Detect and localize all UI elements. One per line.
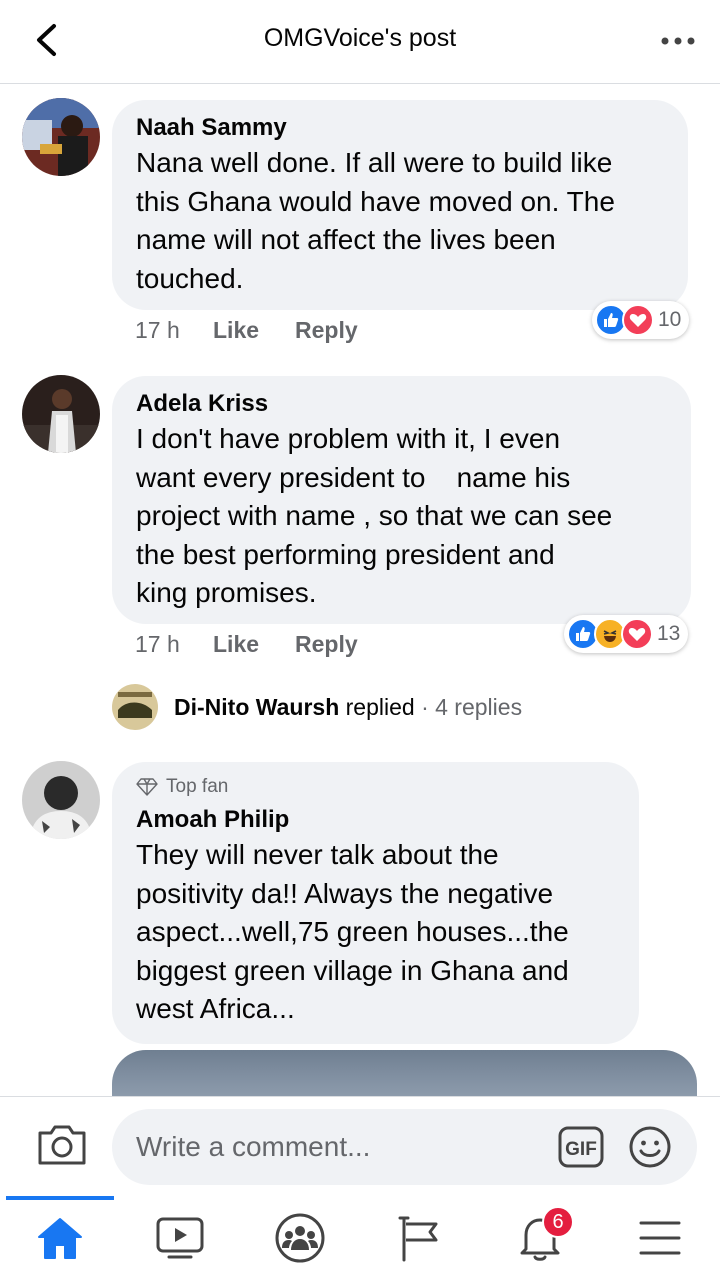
groups-icon [275,1213,325,1263]
bottom-navigation: 6 [0,1196,720,1280]
comment-author[interactable]: Adela Kriss [136,388,669,420]
flag-icon [398,1216,438,1262]
top-fan-label: Top fan [166,776,229,797]
gif-label: GIF [565,1139,597,1160]
comment-actions: 17 h Like Reply [135,317,358,344]
diamond-icon [136,778,158,796]
camera-icon [38,1125,86,1165]
nav-pages[interactable] [384,1208,456,1268]
more-dots-icon [661,37,695,45]
like-button[interactable]: Like [213,317,295,344]
reaction-count: 10 [658,308,682,331]
gif-button[interactable]: GIF [557,1125,605,1169]
emoji-button[interactable] [628,1125,672,1169]
replied-label: replied [345,693,415,720]
comment-text: They will never talk about the positivit… [136,839,569,1024]
camera-button[interactable] [36,1123,88,1171]
replies-count: · 4 replies [421,693,523,720]
comment-author[interactable]: Naah Sammy [136,112,666,144]
comment-text: I don't have problem with it, I even wan… [136,423,613,608]
reaction-count: 13 [657,622,681,645]
nav-home[interactable] [24,1208,96,1268]
avatar-amoah-philip[interactable] [22,761,100,839]
comment-bubble: Top fan Amoah Philip They will never tal… [112,762,639,1044]
nav-watch[interactable] [144,1208,216,1268]
app-screen: OMGVoice's post Naah Sammy Nana well don… [0,0,720,1280]
like-button[interactable]: Like [213,631,295,658]
comment-text: Nana well done. If all were to build lik… [136,147,615,294]
love-reaction-icon [621,618,653,650]
watch-icon [156,1217,204,1259]
comment-input[interactable]: Write a comment... GIF [112,1109,697,1185]
reply-button[interactable]: Reply [295,631,358,658]
comment-bubble: Adela Kriss I don't have problem with it… [112,376,691,624]
comment-bubble: Naah Sammy Nana well done. If all were t… [112,100,688,310]
home-icon [38,1218,82,1259]
avatar-di-nito-waursh [112,684,158,730]
active-tab-indicator [6,1196,114,1200]
love-reaction-icon [622,304,654,336]
more-options-button[interactable] [658,26,698,56]
nav-notifications[interactable]: 6 [504,1206,576,1268]
replier-name: Di-Nito Waursh [174,693,340,720]
avatar-naah-sammy[interactable] [22,98,100,176]
comment-placeholder: Write a comment... [136,1131,371,1162]
nav-menu[interactable] [624,1208,696,1268]
top-bar: OMGVoice's post [0,0,720,84]
page-title: OMGVoice's post [263,24,457,52]
reaction-summary[interactable]: 10 [592,301,690,339]
comment-time: 17 h [135,631,180,657]
view-replies-link[interactable]: Di-Nito Waursh replied · 4 replies [112,684,522,730]
comment-author[interactable]: Amoah Philip [136,804,617,836]
nav-groups[interactable] [264,1208,336,1268]
comment-actions: 17 h Like Reply [135,631,358,658]
smiley-icon [629,1126,671,1168]
comment-time: 17 h [135,317,180,343]
avatar-adela-kriss[interactable] [22,375,100,453]
hamburger-menu-icon [639,1221,681,1255]
notification-badge: 6 [542,1206,574,1238]
reaction-summary[interactable]: 13 [564,615,689,653]
comment-composer: Write a comment... GIF [0,1096,720,1196]
reply-button[interactable]: Reply [295,317,358,344]
top-fan-badge: Top fan [136,774,617,800]
